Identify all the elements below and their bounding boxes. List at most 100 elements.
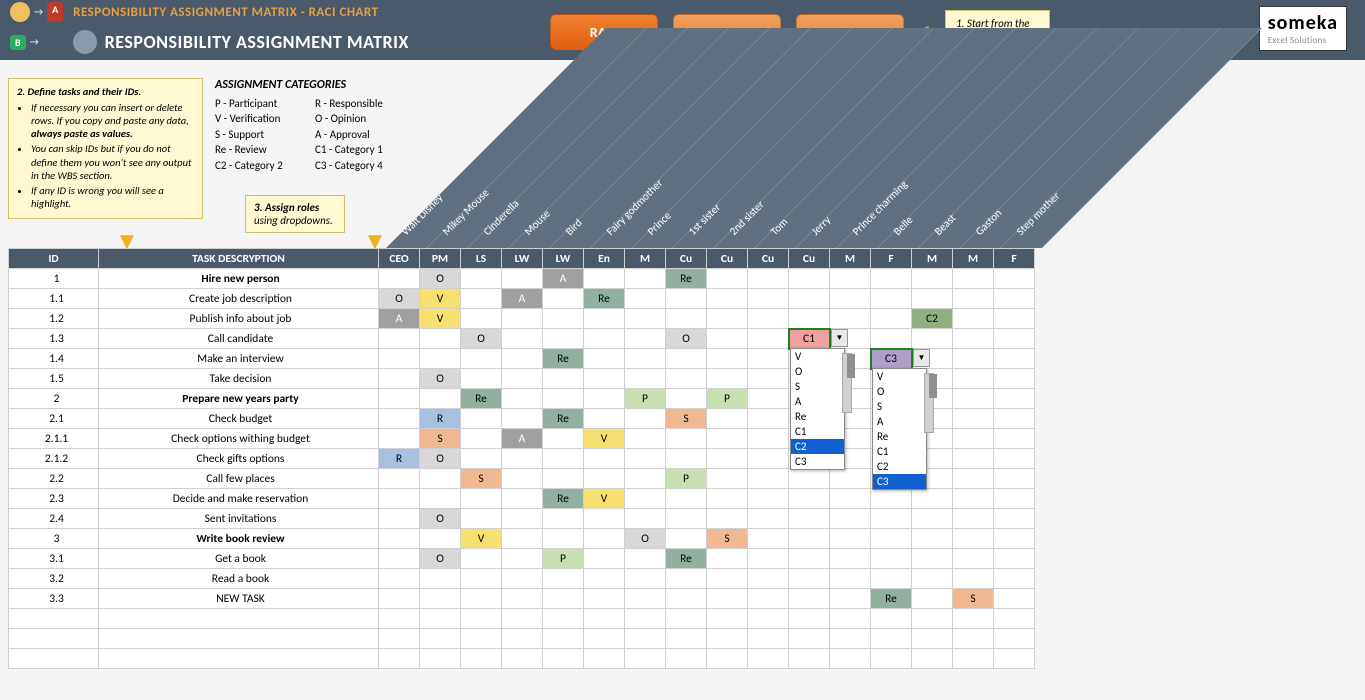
assignment-cell[interactable] — [994, 489, 1035, 509]
assignment-cell[interactable] — [994, 629, 1035, 649]
assignment-cell[interactable] — [789, 649, 830, 669]
assignment-cell[interactable] — [379, 329, 420, 349]
assignment-cell[interactable]: P — [625, 389, 666, 409]
assignment-cell[interactable] — [461, 289, 502, 309]
assignment-cell[interactable] — [666, 309, 707, 329]
assignment-cell[interactable] — [994, 549, 1035, 569]
assignment-cell[interactable] — [543, 469, 584, 489]
assignment-cell[interactable] — [748, 529, 789, 549]
cell-id[interactable]: 1.4 — [9, 349, 99, 369]
assignment-cell[interactable]: O — [666, 329, 707, 349]
assignment-cell[interactable] — [543, 329, 584, 349]
assignment-cell[interactable]: O — [625, 529, 666, 549]
assignment-cell[interactable] — [953, 549, 994, 569]
cell-desc[interactable]: Write book review — [99, 529, 379, 549]
assignment-cell[interactable] — [420, 469, 461, 489]
assignment-cell[interactable] — [748, 289, 789, 309]
cell-desc[interactable]: Get a book — [99, 549, 379, 569]
assignment-cell[interactable] — [461, 589, 502, 609]
assignment-cell[interactable] — [379, 609, 420, 629]
cell-desc[interactable]: Check budget — [99, 409, 379, 429]
assignment-cell[interactable] — [994, 469, 1035, 489]
assignment-cell[interactable] — [871, 549, 912, 569]
assignment-cell[interactable] — [379, 469, 420, 489]
assignment-cell[interactable] — [748, 489, 789, 509]
assignment-cell[interactable]: Re — [666, 269, 707, 289]
assignment-cell[interactable] — [912, 509, 953, 529]
dropdown-arrow-icon[interactable]: ▼ — [831, 329, 848, 347]
assignment-cell[interactable]: V — [420, 309, 461, 329]
assignment-cell[interactable] — [953, 489, 994, 509]
cell-desc[interactable] — [99, 649, 379, 669]
assignment-cell[interactable] — [953, 469, 994, 489]
assignment-cell[interactable] — [707, 609, 748, 629]
assignment-cell[interactable] — [871, 629, 912, 649]
assignment-cell[interactable] — [748, 509, 789, 529]
assignment-cell[interactable] — [584, 569, 625, 589]
assignment-cell[interactable] — [666, 649, 707, 669]
assignment-cell[interactable] — [625, 549, 666, 569]
assignment-cell[interactable] — [666, 449, 707, 469]
assignment-cell[interactable]: A — [379, 309, 420, 329]
assignment-cell[interactable] — [461, 269, 502, 289]
assignment-cell[interactable] — [461, 409, 502, 429]
assignment-cell[interactable] — [502, 649, 543, 669]
assignment-cell[interactable] — [543, 569, 584, 589]
assignment-cell[interactable] — [912, 629, 953, 649]
assignment-cell[interactable] — [707, 429, 748, 449]
assignment-cell[interactable] — [994, 449, 1035, 469]
assignment-cell[interactable] — [707, 569, 748, 589]
assignment-cell[interactable] — [625, 509, 666, 529]
assignment-cell[interactable] — [953, 449, 994, 469]
assignment-cell[interactable] — [379, 429, 420, 449]
assignment-cell[interactable] — [912, 529, 953, 549]
cell-id[interactable]: 2.1.1 — [9, 429, 99, 449]
assignment-cell[interactable] — [666, 289, 707, 309]
assignment-cell[interactable] — [666, 489, 707, 509]
assignment-cell[interactable]: A — [502, 289, 543, 309]
assignment-cell[interactable] — [871, 289, 912, 309]
assignment-cell[interactable]: R — [420, 409, 461, 429]
assignment-cell[interactable]: Re — [871, 589, 912, 609]
cell-id[interactable]: 2.1 — [9, 409, 99, 429]
assignment-cell[interactable] — [584, 509, 625, 529]
assignment-cell[interactable] — [584, 329, 625, 349]
assignment-cell[interactable] — [871, 529, 912, 549]
assignment-cell[interactable] — [871, 649, 912, 669]
cell-desc[interactable]: Call candidate — [99, 329, 379, 349]
assignment-cell[interactable] — [379, 349, 420, 369]
assignment-cell[interactable] — [789, 269, 830, 289]
assignment-cell[interactable]: Re — [543, 409, 584, 429]
assignment-cell[interactable] — [748, 329, 789, 349]
assignment-cell[interactable] — [871, 509, 912, 529]
assignment-cell[interactable] — [994, 369, 1035, 389]
assignment-cell[interactable] — [625, 649, 666, 669]
assignment-cell[interactable] — [543, 309, 584, 329]
assignment-cell[interactable] — [420, 569, 461, 589]
cell-desc[interactable]: Create job description — [99, 289, 379, 309]
assignment-cell[interactable] — [625, 409, 666, 429]
assignment-cell[interactable] — [420, 609, 461, 629]
assignment-cell[interactable] — [420, 589, 461, 609]
assignment-cell[interactable] — [666, 609, 707, 629]
assignment-cell[interactable] — [666, 529, 707, 549]
assignment-cell[interactable] — [584, 549, 625, 569]
assignment-cell[interactable] — [830, 309, 871, 329]
assignment-cell[interactable] — [379, 529, 420, 549]
assignment-cell[interactable] — [707, 309, 748, 329]
assignment-cell[interactable] — [543, 629, 584, 649]
assignment-cell[interactable]: C1 — [789, 329, 830, 349]
assignment-cell[interactable] — [707, 289, 748, 309]
cell-desc[interactable]: Publish info about job — [99, 309, 379, 329]
assignment-cell[interactable] — [461, 309, 502, 329]
cell-id[interactable]: 1.2 — [9, 309, 99, 329]
assignment-cell[interactable] — [379, 369, 420, 389]
assignment-cell[interactable] — [912, 549, 953, 569]
assignment-cell[interactable] — [871, 269, 912, 289]
assignment-cell[interactable] — [871, 569, 912, 589]
assignment-cell[interactable] — [625, 469, 666, 489]
assignment-cell[interactable] — [789, 609, 830, 629]
assignment-cell[interactable] — [625, 369, 666, 389]
assignment-cell[interactable] — [379, 389, 420, 409]
cell-id[interactable]: 1.3 — [9, 329, 99, 349]
